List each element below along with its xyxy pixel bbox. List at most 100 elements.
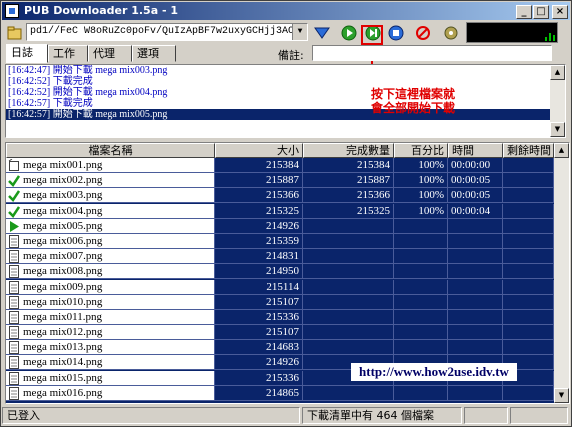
scroll-down-icon[interactable]: ▼	[550, 122, 565, 137]
log-line: [16:42:52] 下載完成	[8, 76, 93, 87]
table-row[interactable]: mega mix011.png 215336	[6, 309, 554, 325]
close-button[interactable]: ×	[552, 5, 568, 19]
scroll-up-icon[interactable]: ▲	[550, 65, 565, 80]
file-name: mega mix009.png	[23, 280, 103, 293]
file-percent	[394, 264, 448, 280]
table-row[interactable]: mega mix012.png 215107	[6, 325, 554, 341]
file-remaining	[503, 340, 554, 356]
column-header-size[interactable]: 大小	[215, 143, 303, 158]
chevron-down-icon[interactable]: ▼	[292, 24, 307, 40]
file-list-scrollbar[interactable]: ▲ ▼	[554, 143, 569, 403]
minimize-button[interactable]: _	[516, 5, 532, 19]
file-size: 215384	[215, 158, 303, 173]
status-pane	[510, 407, 568, 424]
log-scrollbar[interactable]: ▲ ▼	[550, 65, 565, 137]
file-remaining	[503, 264, 554, 280]
file-list-header: 檔案名稱 大小 完成數量 百分比 時間 剩餘時間	[6, 143, 554, 158]
file-name: mega mix011.png	[23, 310, 103, 323]
file-size: 215366	[215, 188, 303, 204]
file-icon	[8, 341, 20, 355]
file-time: 00:00:05	[448, 188, 503, 204]
file-name-cell: mega mix005.png	[6, 218, 215, 234]
file-icon	[8, 371, 20, 385]
file-icon	[8, 295, 20, 309]
file-percent	[394, 294, 448, 310]
column-header-time[interactable]: 時間	[448, 143, 503, 158]
file-size: 215107	[215, 325, 303, 341]
stop-icon[interactable]	[386, 23, 406, 43]
window-title: PUB Downloader 1.5a - 1	[24, 4, 179, 17]
table-row[interactable]: mega mix001.png 215384 215384 100% 00:00:00	[6, 158, 554, 173]
file-name-cell: mega mix012.png	[6, 325, 215, 341]
toolbar: pd1//FeC W8oRuZc0poFv/QuIzApBF7w2uxyGCHj…	[2, 21, 570, 45]
scroll-up-icon[interactable]: ▲	[554, 143, 569, 158]
file-remaining	[503, 173, 554, 189]
tab-proxy[interactable]: 代理	[88, 45, 132, 62]
log-panel[interactable]: [16:42:47] 開始下載 mega mix003.png [16:42:5…	[5, 64, 566, 138]
url-value: pd1//FeC W8oRuZc0poFv/QuIzApBF7w2uxyGCHj…	[30, 26, 308, 37]
file-icon	[8, 280, 20, 294]
file-size: 214926	[215, 355, 303, 371]
file-icon	[8, 310, 20, 324]
file-percent	[394, 340, 448, 356]
column-header-remaining[interactable]: 剩餘時間	[503, 143, 554, 158]
table-row[interactable]: mega mix006.png 215359	[6, 233, 554, 249]
file-size: 215114	[215, 279, 303, 295]
file-name: mega mix004.png	[23, 204, 103, 217]
file-percent: 100%	[394, 188, 448, 204]
tab-jobs[interactable]: 工作	[48, 45, 88, 62]
file-name: mega mix015.png	[23, 371, 103, 384]
file-name-cell: mega mix006.png	[6, 233, 215, 249]
scroll-down-icon[interactable]: ▼	[554, 388, 569, 403]
file-done: 215887	[303, 173, 394, 189]
table-row[interactable]: mega mix016.png 214865	[6, 385, 554, 401]
check-icon	[8, 174, 21, 188]
folder-icon[interactable]	[5, 23, 25, 43]
column-header-name[interactable]: 檔案名稱	[6, 143, 215, 158]
filter-icon[interactable]	[312, 23, 332, 43]
file-remaining	[503, 188, 554, 204]
table-row[interactable]: mega mix007.png 214831	[6, 249, 554, 265]
file-name: mega mix007.png	[23, 250, 103, 263]
table-row[interactable]: mega mix005.png 214926	[6, 218, 554, 234]
tab-options[interactable]: 選項	[132, 45, 176, 62]
file-time	[448, 249, 503, 265]
maximize-button[interactable]: □	[533, 5, 549, 19]
remark-input[interactable]	[312, 45, 552, 61]
file-name-cell: mega mix004.png	[6, 203, 215, 219]
column-header-percent[interactable]: 百分比	[394, 143, 448, 158]
file-name: mega mix010.png	[23, 295, 103, 308]
table-row[interactable]: mega mix008.png 214950	[6, 264, 554, 280]
tab-log[interactable]: 日誌	[6, 44, 48, 63]
log-line-selected: [16:42:57] 開始下載 mega mix005.png	[6, 109, 565, 120]
file-name: mega mix008.png	[23, 265, 103, 278]
file-name-cell: mega mix014.png	[6, 355, 215, 371]
file-percent	[394, 325, 448, 341]
file-icon	[8, 356, 20, 370]
table-row[interactable]: mega mix013.png 214683	[6, 340, 554, 356]
file-size: 215336	[215, 309, 303, 325]
app-window: PUB Downloader 1.5a - 1 _ □ × pd1//FeC W…	[0, 0, 572, 427]
status-bar: 已登入 下載清單中有 464 個檔案	[2, 406, 570, 425]
file-done	[303, 325, 394, 341]
table-row[interactable]: mega mix004.png 215325 215325 100% 00:00:04	[6, 203, 554, 219]
play-icon[interactable]	[339, 23, 359, 43]
file-remaining	[503, 249, 554, 265]
file-time: 00:00:05	[448, 173, 503, 189]
file-size: 214926	[215, 218, 303, 234]
no-icon[interactable]	[413, 23, 433, 43]
table-row[interactable]: mega mix009.png 215114	[6, 279, 554, 295]
file-name-cell: mega mix015.png	[6, 370, 215, 386]
url-combobox[interactable]: pd1//FeC W8oRuZc0poFv/QuIzApBF7w2uxyGCHj…	[26, 23, 308, 41]
table-row[interactable]: mega mix002.png 215887 215887 100% 00:00:05	[6, 173, 554, 189]
column-header-done[interactable]: 完成數量	[303, 143, 394, 158]
file-size: 214683	[215, 340, 303, 356]
title-bar[interactable]: PUB Downloader 1.5a - 1 _ □ ×	[2, 2, 570, 20]
file-name: mega mix012.png	[23, 326, 103, 339]
settings-icon[interactable]	[441, 23, 461, 43]
play-icon	[8, 220, 20, 233]
file-name-cell: mega mix013.png	[6, 340, 215, 356]
table-row[interactable]: mega mix003.png 215366 215366 100% 00:00:05	[6, 188, 554, 204]
file-percent: 100%	[394, 173, 448, 189]
table-row[interactable]: mega mix010.png 215107	[6, 294, 554, 310]
